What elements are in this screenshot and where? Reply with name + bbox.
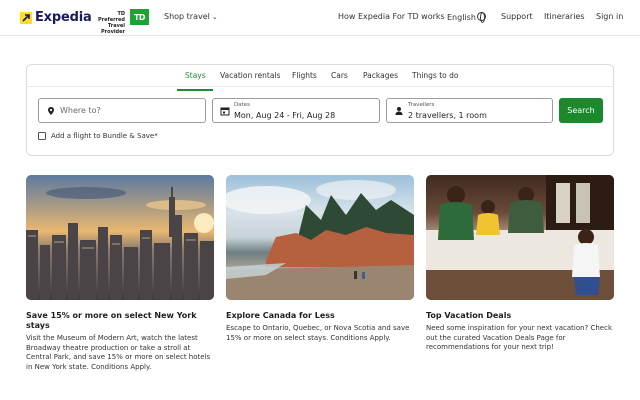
dates-field[interactable]: Dates Mon, Aug 24 - Fri, Aug 28 xyxy=(212,98,380,123)
itineraries-link[interactable]: Itineraries xyxy=(544,12,585,21)
tab-flights[interactable]: Flights xyxy=(292,70,317,91)
promo-description: Escape to Ontario, Quebec, or Nova Scoti… xyxy=(226,324,410,342)
brand-name: Expedia xyxy=(35,10,92,25)
chevron-down-icon: ⌄ xyxy=(211,12,218,21)
sign-in-link[interactable]: Sign in xyxy=(596,12,623,21)
tab-things-to-do[interactable]: Things to do xyxy=(412,70,459,91)
bundle-checkbox[interactable] xyxy=(38,132,46,140)
td-logo: TD xyxy=(130,9,149,25)
canada-coast-image xyxy=(226,175,414,300)
support-link[interactable]: Support xyxy=(501,12,533,21)
how-expedia-works-link[interactable]: How Expedia For TD works xyxy=(338,12,445,21)
globe-icon xyxy=(476,12,486,23)
calendar-icon xyxy=(220,107,230,116)
promo-card-canada[interactable]: Explore Canada for Less Escape to Ontari… xyxy=(226,175,414,342)
travellers-field[interactable]: Travellers 2 travellers, 1 room xyxy=(386,98,553,123)
partner-line-2: Travel Provider xyxy=(101,23,125,35)
travellers-label: Travellers xyxy=(408,102,435,108)
active-tab-indicator xyxy=(177,89,213,91)
tabs-divider xyxy=(27,86,613,87)
new-york-skyline-image xyxy=(26,175,214,300)
person-icon xyxy=(395,107,403,115)
promo-title: Explore Canada for Less xyxy=(226,311,335,320)
destination-placeholder: Where to? xyxy=(60,106,101,115)
location-pin-icon xyxy=(48,107,54,115)
search-button[interactable]: Search xyxy=(559,98,603,123)
language-label: English xyxy=(447,13,476,22)
promo-description: Visit the Museum of Modern Art, watch th… xyxy=(26,334,211,371)
dates-label: Dates xyxy=(234,102,251,108)
partner-label: TD Preferred Travel Provider xyxy=(93,11,125,35)
shop-travel-label: Shop travel xyxy=(164,12,210,21)
tab-stays[interactable]: Stays xyxy=(185,70,206,91)
language-selector[interactable]: English xyxy=(447,12,486,23)
promo-title: Top Vacation Deals xyxy=(426,311,512,320)
promo-title: Save 15% or more on select New York stay… xyxy=(26,311,197,330)
promo-card-vacation-deals[interactable]: Top Vacation Deals Need some inspiration… xyxy=(426,175,614,351)
tab-cars[interactable]: Cars xyxy=(331,70,348,91)
tab-packages[interactable]: Packages xyxy=(363,70,398,91)
travellers-value: 2 travellers, 1 room xyxy=(408,111,487,120)
shop-travel-menu[interactable]: Shop travel ⌄ xyxy=(164,12,218,21)
dates-value: Mon, Aug 24 - Fri, Aug 28 xyxy=(234,111,336,120)
search-card: Stays Vacation rentals Flights Cars Pack… xyxy=(26,64,614,156)
promo-card-new-york[interactable]: Save 15% or more on select New York stay… xyxy=(26,175,214,371)
bundle-label: Add a flight to Bundle & Save* xyxy=(51,132,158,140)
family-breakfast-image xyxy=(426,175,614,300)
expedia-logo[interactable]: Expedia xyxy=(20,10,92,25)
tab-vacation-rentals[interactable]: Vacation rentals xyxy=(220,70,280,91)
top-header: Expedia TD Preferred Travel Provider TD … xyxy=(0,0,640,36)
promo-description: Need some inspiration for your next vaca… xyxy=(426,324,613,351)
partner-line-1: TD Preferred xyxy=(98,11,125,23)
destination-field[interactable]: Where to? xyxy=(38,98,206,123)
bundle-option[interactable]: Add a flight to Bundle & Save* xyxy=(38,132,158,140)
search-tabs: Stays Vacation rentals Flights Cars Pack… xyxy=(27,70,613,91)
expedia-logo-icon xyxy=(20,11,32,24)
